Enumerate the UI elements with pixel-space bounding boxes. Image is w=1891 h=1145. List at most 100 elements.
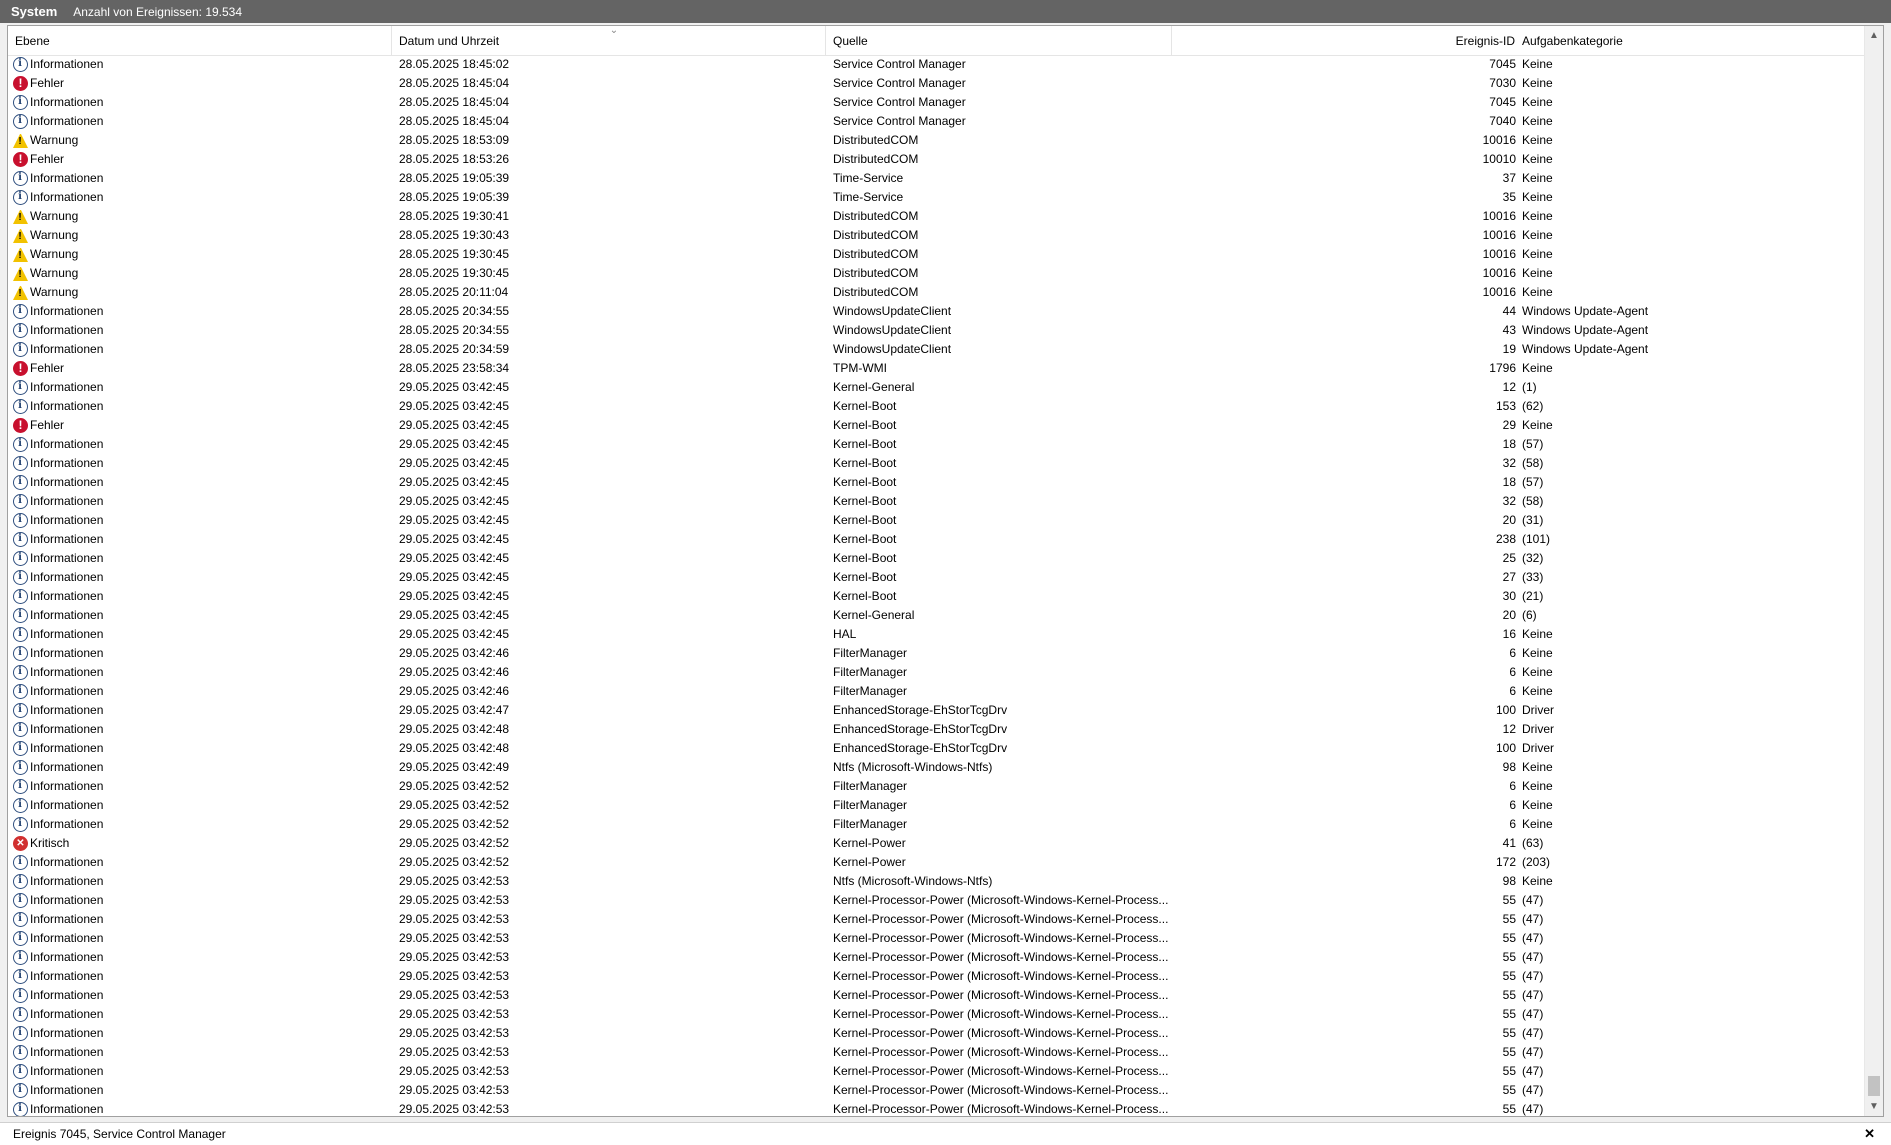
table-row[interactable]: Informationen 28.05.2025 20:34:55 WindowsU… [8, 302, 1864, 321]
table-row[interactable]: Fehler 28.05.2025 23:58:34 TPM-WMI 1796 Kein… [8, 359, 1864, 378]
table-row[interactable]: Informationen 29.05.2025 03:42:53 Kernel-P… [8, 1100, 1864, 1116]
cell-event-id: 55 [1502, 988, 1516, 1002]
table-row[interactable]: Warnung 28.05.2025 19:30:41 DistributedCOM… [8, 207, 1864, 226]
table-row[interactable]: Informationen 29.05.2025 03:42:53 Kernel-P… [8, 929, 1864, 948]
table-row[interactable]: Informationen 29.05.2025 03:42:45 Kernel-B… [8, 530, 1864, 549]
cell-event-id: 100 [1495, 703, 1516, 717]
table-row[interactable]: Informationen 29.05.2025 03:42:46 FilterMa… [8, 663, 1864, 682]
table-row[interactable]: Informationen 28.05.2025 18:45:04 Service … [8, 112, 1864, 131]
cell-category: Keine [1522, 874, 1553, 888]
cell-source: DistributedCOM [833, 133, 919, 147]
cell-datetime: 29.05.2025 03:42:47 [399, 703, 510, 717]
close-icon[interactable]: ✕ [1864, 1123, 1875, 1145]
info-icon [13, 589, 28, 604]
cell-source: Kernel-Processor-Power (Microsoft-Window… [833, 969, 1169, 983]
table-row[interactable]: Informationen 29.05.2025 03:42:53 Kernel-P… [8, 1005, 1864, 1024]
cell-datetime: 29.05.2025 03:42:45 [399, 475, 510, 489]
table-row[interactable]: Informationen 29.05.2025 03:42:45 Kernel-B… [8, 511, 1864, 530]
table-row[interactable]: Informationen 29.05.2025 03:42:48 Enhanced… [8, 720, 1864, 739]
table-row[interactable]: Informationen 29.05.2025 03:42:46 FilterMa… [8, 644, 1864, 663]
table-row[interactable]: Informationen 29.05.2025 03:42:53 Kernel-P… [8, 1043, 1864, 1062]
scrollbar-thumb[interactable] [1868, 1076, 1880, 1096]
scroll-down-icon[interactable]: ▼ [1865, 1098, 1883, 1115]
table-row[interactable]: Fehler 28.05.2025 18:45:04 Service Control… [8, 74, 1864, 93]
table-row[interactable]: Informationen 28.05.2025 18:45:02 Service … [8, 55, 1864, 74]
table-row[interactable]: Informationen 29.05.2025 03:42:45 Kernel-B… [8, 473, 1864, 492]
table-row[interactable]: Informationen 29.05.2025 03:42:52 FilterMa… [8, 796, 1864, 815]
table-row[interactable]: Warnung 28.05.2025 19:30:45 DistributedCOM… [8, 264, 1864, 283]
table-row[interactable]: Informationen 29.05.2025 03:42:45 Kernel-G… [8, 378, 1864, 397]
cell-source: Kernel-Boot [833, 589, 897, 603]
table-row[interactable]: Informationen 29.05.2025 03:42:47 Enhanced… [8, 701, 1864, 720]
table-row[interactable]: Informationen 29.05.2025 03:42:45 Kernel-B… [8, 435, 1864, 454]
cell-level: Informationen [13, 549, 393, 568]
cell-level: Informationen [13, 530, 393, 549]
table-row[interactable]: Informationen 29.05.2025 03:42:48 Enhanced… [8, 739, 1864, 758]
scroll-up-icon[interactable]: ▲ [1865, 27, 1883, 44]
table-row[interactable]: Informationen 29.05.2025 03:42:53 Kernel-P… [8, 986, 1864, 1005]
table-row[interactable]: Informationen 29.05.2025 03:42:53 Kernel-P… [8, 891, 1864, 910]
table-row[interactable]: Warnung 28.05.2025 19:30:43 DistributedCOM… [8, 226, 1864, 245]
table-row[interactable]: Informationen 29.05.2025 03:42:45 Kernel-B… [8, 397, 1864, 416]
table-row[interactable]: Informationen 28.05.2025 19:05:39 Time-Ser… [8, 188, 1864, 207]
table-row[interactable]: Informationen 29.05.2025 03:42:46 FilterMa… [8, 682, 1864, 701]
table-row[interactable]: Informationen 29.05.2025 03:42:53 Kernel-P… [8, 1024, 1864, 1043]
info-icon [13, 931, 28, 946]
column-header-event-id[interactable]: Ereignis-ID [1172, 26, 1522, 55]
table-row[interactable]: Warnung 28.05.2025 20:11:04 DistributedCOM… [8, 283, 1864, 302]
info-icon [13, 1102, 28, 1116]
table-row[interactable]: Informationen 29.05.2025 03:42:52 FilterMa… [8, 815, 1864, 834]
table-row[interactable]: Informationen 28.05.2025 20:34:59 WindowsU… [8, 340, 1864, 359]
cell-event-id: 32 [1502, 494, 1516, 508]
level-text: Warnung [30, 133, 79, 147]
table-row[interactable]: Informationen 29.05.2025 03:42:45 Kernel-B… [8, 549, 1864, 568]
table-row[interactable]: Informationen 29.05.2025 03:42:45 Kernel-B… [8, 492, 1864, 511]
info-icon [13, 722, 28, 737]
level-text: Informationen [30, 551, 104, 565]
cell-event-id: 55 [1502, 912, 1516, 926]
cell-datetime: 29.05.2025 03:42:45 [399, 627, 510, 641]
table-row[interactable]: Informationen 29.05.2025 03:42:45 Kernel-B… [8, 454, 1864, 473]
table-row[interactable]: Warnung 28.05.2025 18:53:09 DistributedCOM… [8, 131, 1864, 150]
info-icon [13, 912, 28, 927]
cell-event-id: 6 [1509, 646, 1516, 660]
cell-category: Keine [1522, 247, 1553, 261]
table-row[interactable]: Informationen 28.05.2025 20:34:55 WindowsU… [8, 321, 1864, 340]
table-row[interactable]: Informationen 29.05.2025 03:42:45 Kernel-B… [8, 568, 1864, 587]
table-row[interactable]: Informationen 28.05.2025 18:45:04 Service … [8, 93, 1864, 112]
cell-category: (47) [1522, 950, 1544, 964]
table-row[interactable]: Informationen 29.05.2025 03:42:45 Kernel-B… [8, 587, 1864, 606]
info-icon [13, 171, 28, 186]
table-row[interactable]: Informationen 29.05.2025 03:42:53 Kernel-P… [8, 1062, 1864, 1081]
cell-source: Kernel-Processor-Power (Microsoft-Window… [833, 1026, 1169, 1040]
table-row[interactable]: Kritisch 29.05.2025 03:42:52 Kernel-Power 4… [8, 834, 1864, 853]
column-header-source[interactable]: Quelle [826, 26, 1172, 55]
cell-datetime: 28.05.2025 18:45:02 [399, 57, 510, 71]
cell-datetime: 29.05.2025 03:42:53 [399, 969, 510, 983]
column-header-level[interactable]: Ebene [8, 26, 392, 55]
table-row[interactable]: Informationen 29.05.2025 03:42:53 Ntfs (Mi… [8, 872, 1864, 891]
table-row[interactable]: Informationen 28.05.2025 19:05:39 Time-Ser… [8, 169, 1864, 188]
vertical-scrollbar[interactable]: ▲ ▼ [1864, 26, 1883, 1116]
cell-category: Keine [1522, 114, 1553, 128]
table-row[interactable]: Informationen 29.05.2025 03:42:49 Ntfs (Mi… [8, 758, 1864, 777]
table-row[interactable]: Informationen 29.05.2025 03:42:53 Kernel-P… [8, 910, 1864, 929]
cell-category: Keine [1522, 627, 1553, 641]
level-text: Informationen [30, 722, 104, 736]
column-header-category[interactable]: Aufgabenkategorie [1515, 26, 1864, 55]
table-row[interactable]: Informationen 29.05.2025 03:42:45 HAL 16 Kei… [8, 625, 1864, 644]
table-row[interactable]: Informationen 29.05.2025 03:42:53 Kernel-P… [8, 1081, 1864, 1100]
cell-event-id: 18 [1502, 475, 1516, 489]
info-icon [13, 551, 28, 566]
table-row[interactable]: Informationen 29.05.2025 03:42:53 Kernel-P… [8, 948, 1864, 967]
table-row[interactable]: Fehler 28.05.2025 18:53:26 DistributedCOM 1… [8, 150, 1864, 169]
table-row[interactable]: Warnung 28.05.2025 19:30:45 DistributedCOM… [8, 245, 1864, 264]
level-text: Informationen [30, 1026, 104, 1040]
cell-source: Ntfs (Microsoft-Windows-Ntfs) [833, 874, 993, 888]
table-row[interactable]: Fehler 29.05.2025 03:42:45 Kernel-Boot 29 Ke… [8, 416, 1864, 435]
table-row[interactable]: Informationen 29.05.2025 03:42:52 Kernel-P… [8, 853, 1864, 872]
table-row[interactable]: Informationen 29.05.2025 03:42:52 FilterMa… [8, 777, 1864, 796]
table-row[interactable]: Informationen 29.05.2025 03:42:45 Kernel-G… [8, 606, 1864, 625]
cell-source: Kernel-Processor-Power (Microsoft-Window… [833, 1045, 1169, 1059]
table-row[interactable]: Informationen 29.05.2025 03:42:53 Kernel-P… [8, 967, 1864, 986]
